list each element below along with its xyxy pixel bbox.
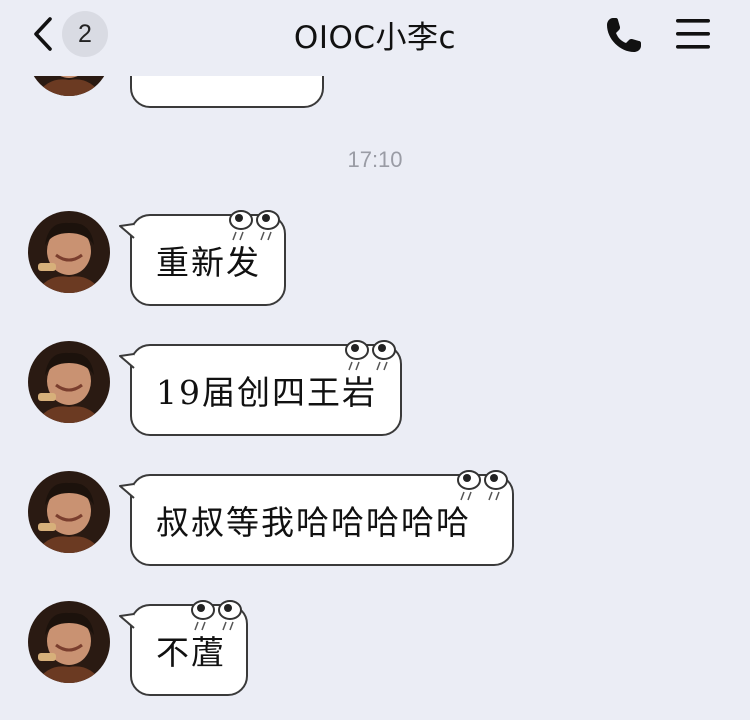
phone-icon[interactable] xyxy=(604,15,644,55)
message-timestamp: 17:10 xyxy=(347,147,403,172)
chat-header: 2 OIOC小李c xyxy=(0,0,750,76)
bubble-tail xyxy=(119,483,135,499)
contact-avatar[interactable] xyxy=(28,211,110,293)
googly-eyes-icon xyxy=(457,470,508,501)
contact-avatar[interactable] xyxy=(28,601,110,683)
chat-screen: 2 OIOC小李c 17:10 重新发 19届创四王岩 叔叔等我哈哈哈哈哈 不蔖 xyxy=(0,0,750,720)
googly-eyes-icon xyxy=(191,600,242,631)
bubble-tail xyxy=(119,613,135,629)
googly-eyes-icon xyxy=(345,340,396,371)
message-text: 叔叔等我哈哈哈哈哈 xyxy=(156,503,471,542)
contact-avatar[interactable] xyxy=(28,471,110,553)
chevron-left-icon xyxy=(34,17,52,51)
bubble-tail xyxy=(119,223,135,239)
back-button[interactable]: 2 xyxy=(28,10,108,58)
unread-count-badge: 2 xyxy=(62,11,108,57)
bubble-tail xyxy=(119,353,135,369)
googly-eyes-icon xyxy=(229,210,280,241)
menu-icon[interactable] xyxy=(674,17,712,51)
contact-avatar[interactable] xyxy=(28,341,110,423)
